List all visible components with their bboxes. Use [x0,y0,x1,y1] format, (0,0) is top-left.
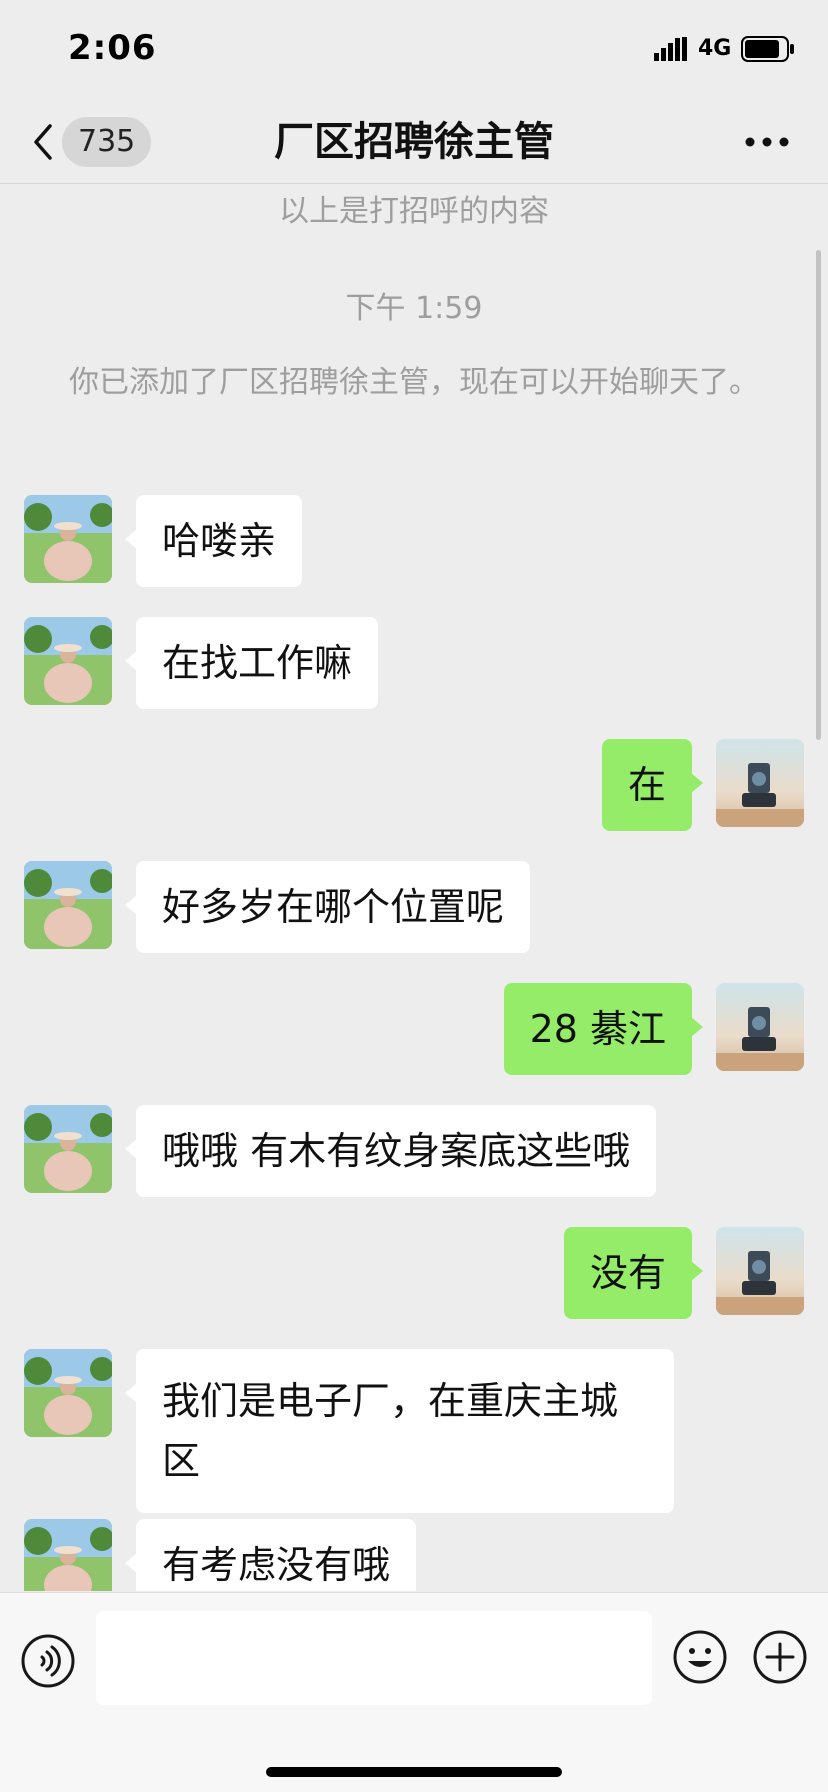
message-list[interactable]: 以上是打招呼的内容 下午 1:59 你已添加了厂区招聘徐主管，现在可以开始聊天了… [0,185,828,1591]
home-indicator[interactable] [266,1767,562,1777]
my-avatar[interactable] [716,983,804,1071]
message-input[interactable] [96,1611,652,1705]
incoming-message-bubble[interactable]: 好多岁在哪个位置呢 [124,861,531,953]
contact-avatar[interactable] [24,495,112,583]
network-label: 4G [698,36,732,61]
friend-added-note: 你已添加了厂区招聘徐主管，现在可以开始聊天了。 [69,365,759,400]
contact-avatar[interactable] [24,1349,112,1437]
incoming-message-bubble[interactable]: 有考虑没有哦 [124,1519,417,1591]
greeting-note: 以上是打招呼的内容 [279,194,549,229]
signal-icon [654,37,687,61]
emoji-icon[interactable] [672,1629,728,1685]
message-timestamp: 下午 1:59 [345,291,483,326]
my-avatar[interactable] [716,739,804,827]
outgoing-message-bubble[interactable]: 没有 [563,1227,704,1319]
chat-screen: 2:06 4G 735 厂区招聘徐主管 以上是打招呼的内容 下午 1:59 你已… [0,0,828,1792]
contact-avatar[interactable] [24,1105,112,1193]
contact-avatar[interactable] [24,861,112,949]
contact-avatar[interactable] [24,617,112,705]
incoming-message-bubble[interactable]: 在找工作嘛 [124,617,379,709]
input-bar [0,1592,828,1792]
outgoing-message-bubble[interactable]: 28 綦江 [503,983,704,1075]
back-icon[interactable] [28,120,58,164]
incoming-message-bubble[interactable]: 我们是电子厂，在重庆主城区 [125,1349,674,1513]
plus-icon[interactable] [752,1629,808,1685]
status-time: 2:06 [68,28,157,68]
battery-icon [741,36,794,62]
more-icon[interactable] [742,124,792,160]
unread-count-badge[interactable]: 735 [62,117,152,167]
voice-icon[interactable] [20,1633,76,1689]
nav-bar: 735 厂区招聘徐主管 [0,100,828,184]
scrollbar[interactable] [816,250,821,740]
my-avatar[interactable] [716,1227,804,1315]
incoming-message-bubble[interactable]: 哦哦 有木有纹身案底这些哦 [124,1105,657,1197]
status-bar: 2:06 4G [0,0,828,100]
contact-avatar[interactable] [24,1519,112,1591]
incoming-message-bubble[interactable]: 哈喽亲 [124,495,303,587]
outgoing-message-bubble[interactable]: 在 [601,739,704,831]
